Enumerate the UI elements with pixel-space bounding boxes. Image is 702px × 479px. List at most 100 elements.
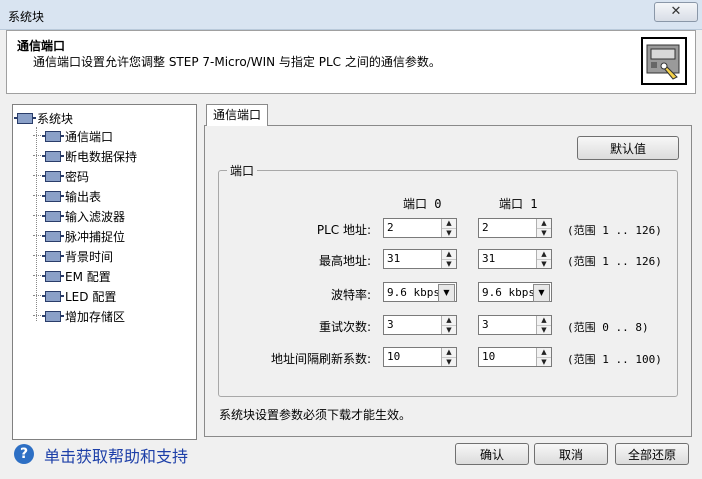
port0-header: 端口 0	[403, 197, 442, 211]
spin-up-icon[interactable]: ▲	[537, 316, 551, 326]
communication-port-icon	[641, 37, 687, 85]
baud-rate-label: 波特率:	[330, 288, 371, 302]
download-note: 系统块设置参数必须下载才能生效。	[219, 408, 412, 422]
retry-count-range: (范围 0 .. 8)	[567, 321, 649, 334]
tree-item-add-memory[interactable]: 增加存储区	[33, 307, 125, 325]
plc-address-range: (范围 1 .. 126)	[567, 224, 662, 237]
spin-down-icon[interactable]: ▼	[442, 229, 456, 238]
retry-count-label: 重试次数:	[318, 320, 371, 334]
port0-retry-count-input[interactable]: 3 ▲ ▼	[383, 315, 457, 335]
port1-plc-address-input[interactable]: 2 ▲ ▼	[478, 218, 552, 238]
tree-item-retentive[interactable]: 断电数据保持	[33, 147, 137, 165]
spin-up-icon[interactable]: ▲	[442, 316, 456, 326]
port1-highest-address-input[interactable]: 31 ▲ ▼	[478, 249, 552, 269]
plc-address-label: PLC 地址:	[316, 223, 371, 237]
cancel-button[interactable]: 取消	[534, 443, 608, 465]
tab-comm-port[interactable]: 通信端口	[206, 104, 268, 126]
module-icon	[42, 310, 64, 322]
tree-item-label: EM 配置	[65, 269, 111, 284]
tree-item-input-filter[interactable]: 输入滤波器	[33, 207, 125, 225]
port0-gap-update-factor-input[interactable]: 10 ▲ ▼	[383, 347, 457, 367]
spin-down-icon[interactable]: ▼	[442, 358, 456, 367]
tree-root-system-block[interactable]: 系统块	[14, 110, 74, 126]
help-link[interactable]: 单击获取帮助和支持	[44, 443, 188, 467]
ok-button[interactable]: 确认	[455, 443, 529, 465]
field-value: 2	[482, 221, 489, 234]
field-value: 3	[387, 318, 394, 331]
select-value: 9.6 kbps	[387, 286, 440, 299]
help-icon[interactable]: ?	[14, 444, 34, 464]
port0-highest-address-input[interactable]: 31 ▲ ▼	[383, 249, 457, 269]
tree-item-em-config[interactable]: EM 配置	[33, 267, 111, 285]
gap-update-factor-label: 地址间隔刷新系数:	[270, 352, 371, 366]
module-icon	[42, 210, 64, 222]
port0-plc-address-input[interactable]: 2 ▲ ▼	[383, 218, 457, 238]
tree-item-label: 脉冲捕捉位	[65, 229, 126, 244]
field-value: 31	[482, 252, 496, 265]
select-value: 9.6 kbps	[482, 286, 535, 299]
header-panel: 通信端口 通信端口设置允许您调整 STEP 7-Micro/WIN 与指定 PL…	[6, 30, 696, 94]
window-title: 系统块	[8, 10, 45, 24]
field-value: 10	[387, 350, 401, 363]
module-icon	[42, 170, 64, 182]
module-icon	[42, 290, 64, 302]
tree-item-label: 增加存储区	[65, 309, 126, 324]
spin-up-icon[interactable]: ▲	[537, 250, 551, 260]
tree-root-label: 系统块	[37, 111, 74, 126]
field-value: 3	[482, 318, 489, 331]
tree-item-pulse-catch[interactable]: 脉冲捕捉位	[33, 227, 125, 245]
chevron-down-icon[interactable]: ▼	[533, 284, 550, 302]
tree-item-output-table[interactable]: 输出表	[33, 187, 101, 205]
chevron-down-icon[interactable]: ▼	[438, 284, 455, 302]
spin-down-icon[interactable]: ▼	[537, 229, 551, 238]
tree-item-label: LED 配置	[65, 289, 117, 304]
tree-item-comm-port[interactable]: 通信端口	[33, 127, 113, 145]
module-icon	[42, 150, 64, 162]
reset-all-button[interactable]: 全部还原	[615, 443, 689, 465]
tree-item-label: 断电数据保持	[65, 149, 138, 164]
spin-down-icon[interactable]: ▼	[537, 260, 551, 269]
header-title: 通信端口	[17, 39, 66, 53]
tree-item-led-config[interactable]: LED 配置	[33, 287, 116, 305]
title-bar: 系统块 ✕	[0, 0, 702, 30]
tree-item-label: 输出表	[65, 189, 102, 204]
tree-item-password[interactable]: 密码	[33, 167, 89, 185]
tree-item-label: 通信端口	[65, 129, 114, 144]
spin-down-icon[interactable]: ▼	[442, 260, 456, 269]
tree-item-label: 密码	[65, 169, 90, 184]
port1-baud-rate-select[interactable]: 9.6 kbps ▼	[478, 282, 552, 302]
spin-down-icon[interactable]: ▼	[537, 358, 551, 367]
header-description: 通信端口设置允许您调整 STEP 7-Micro/WIN 与指定 PLC 之间的…	[33, 55, 441, 69]
gap-update-factor-range: (范围 1 .. 100)	[567, 353, 662, 366]
tree-item-label: 背景时间	[65, 249, 114, 264]
tree-item-background-time[interactable]: 背景时间	[33, 247, 113, 265]
spin-down-icon[interactable]: ▼	[537, 326, 551, 335]
spin-up-icon[interactable]: ▲	[537, 348, 551, 358]
spin-up-icon[interactable]: ▲	[442, 348, 456, 358]
field-value: 31	[387, 252, 401, 265]
module-icon	[42, 250, 64, 262]
module-icon	[42, 230, 64, 242]
tree-item-label: 输入滤波器	[65, 209, 126, 224]
port1-header: 端口 1	[499, 197, 538, 211]
system-block-tree: 系统块 通信端口 断电数据保持 密码 输出表 输入滤波器 脉冲捕捉位 背景时间 …	[12, 104, 197, 440]
module-icon	[42, 270, 64, 282]
module-icon	[14, 112, 36, 124]
default-values-button[interactable]: 默认值	[577, 136, 679, 160]
port1-gap-update-factor-input[interactable]: 10 ▲ ▼	[478, 347, 552, 367]
field-value: 10	[482, 350, 496, 363]
spin-up-icon[interactable]: ▲	[442, 250, 456, 260]
module-icon	[42, 130, 64, 142]
group-title: 端口	[227, 162, 258, 179]
close-button[interactable]: ✕	[654, 2, 698, 22]
highest-address-label: 最高地址:	[318, 254, 371, 268]
close-icon: ✕	[670, 4, 682, 19]
module-icon	[42, 190, 64, 202]
spin-down-icon[interactable]: ▼	[442, 326, 456, 335]
port1-retry-count-input[interactable]: 3 ▲ ▼	[478, 315, 552, 335]
spin-up-icon[interactable]: ▲	[442, 219, 456, 229]
spin-up-icon[interactable]: ▲	[537, 219, 551, 229]
port0-baud-rate-select[interactable]: 9.6 kbps ▼	[383, 282, 457, 302]
port-group: 端口 端口 0 端口 1 PLC 地址: 2 ▲ ▼ 2 ▲ ▼ (范围 1 .. …	[218, 162, 678, 397]
comm-port-panel: 默认值 端口 端口 0 端口 1 PLC 地址: 2 ▲ ▼ 2 ▲ ▼ (范围 1…	[204, 125, 692, 437]
